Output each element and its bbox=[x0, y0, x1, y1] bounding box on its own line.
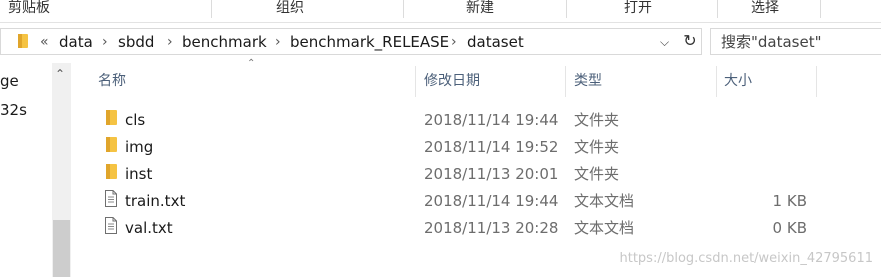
column-separator[interactable] bbox=[415, 66, 416, 97]
file-date: 2018/11/14 19:44 bbox=[424, 192, 559, 210]
column-header-size[interactable]: 大小 bbox=[724, 73, 752, 90]
column-separator[interactable] bbox=[565, 66, 566, 97]
column-header-name[interactable]: 名称 bbox=[98, 73, 126, 90]
ribbon-group-organize[interactable]: 组织 bbox=[276, 0, 304, 16]
breadcrumb-benchmark-release[interactable]: benchmark_RELEASE bbox=[290, 33, 449, 51]
ribbon-separator bbox=[717, 0, 718, 18]
ribbon-separator bbox=[566, 0, 567, 18]
folder-icon bbox=[104, 136, 118, 157]
ribbon-group-open[interactable]: 打开 bbox=[624, 0, 652, 16]
ribbon-separator bbox=[211, 0, 212, 18]
column-separator[interactable] bbox=[816, 66, 817, 97]
file-name[interactable]: train.txt bbox=[125, 192, 185, 210]
folder-icon bbox=[104, 109, 118, 130]
file-date: 2018/11/14 19:52 bbox=[424, 138, 559, 156]
column-separator[interactable] bbox=[716, 66, 717, 97]
ribbon-group-select[interactable]: 选择 bbox=[751, 0, 779, 16]
chevron-down-icon[interactable]: ⌵ bbox=[660, 35, 669, 50]
ribbon-divider bbox=[0, 22, 881, 23]
file-name[interactable]: img bbox=[125, 138, 153, 156]
file-size: 0 KB bbox=[772, 219, 807, 237]
breadcrumb-benchmark[interactable]: benchmark bbox=[182, 33, 267, 51]
breadcrumb-sbdd[interactable]: sbdd bbox=[118, 33, 154, 51]
folder-icon bbox=[17, 33, 29, 53]
breadcrumb-separator[interactable]: › bbox=[102, 33, 108, 51]
column-header-date[interactable]: 修改日期 bbox=[424, 73, 480, 90]
scroll-up-icon[interactable]: ⌃ bbox=[55, 67, 65, 81]
column-header-type[interactable]: 类型 bbox=[574, 73, 602, 90]
file-date: 2018/11/14 19:44 bbox=[424, 111, 559, 129]
search-input[interactable]: 搜索"dataset" bbox=[721, 33, 822, 51]
nav-item[interactable]: 32s bbox=[0, 101, 27, 119]
nav-item[interactable]: ge bbox=[0, 72, 19, 90]
refresh-icon[interactable]: ↻ bbox=[681, 31, 699, 51]
sort-ascending-icon: ⌃ bbox=[247, 58, 256, 69]
ribbon-separator bbox=[820, 0, 821, 18]
ribbon-group-new[interactable]: 新建 bbox=[466, 0, 494, 16]
file-type: 文件夹 bbox=[574, 165, 620, 183]
breadcrumb-separator[interactable]: › bbox=[451, 33, 457, 51]
watermark: https://blog.csdn.net/weixin_42795611 bbox=[619, 251, 873, 266]
file-type: 文本文档 bbox=[574, 192, 635, 210]
breadcrumb-dataset[interactable]: dataset bbox=[467, 33, 524, 51]
address-overflow[interactable]: « bbox=[40, 33, 49, 51]
breadcrumb-data[interactable]: data bbox=[59, 33, 93, 51]
breadcrumb-separator[interactable]: › bbox=[275, 33, 281, 51]
file-type: 文本文档 bbox=[574, 219, 635, 237]
breadcrumb-separator[interactable]: › bbox=[167, 33, 173, 51]
ribbon-separator bbox=[403, 0, 404, 18]
file-name[interactable]: cls bbox=[125, 111, 145, 129]
file-date: 2018/11/13 20:01 bbox=[424, 165, 559, 183]
folder-icon bbox=[104, 163, 118, 184]
text-file-icon bbox=[104, 190, 118, 211]
ribbon bbox=[0, 0, 881, 22]
text-file-icon bbox=[104, 217, 118, 238]
scrollbar-thumb[interactable] bbox=[53, 220, 70, 277]
file-name[interactable]: inst bbox=[125, 165, 152, 183]
file-size: 1 KB bbox=[772, 192, 807, 210]
ribbon-group-clipboard[interactable]: 剪贴板 bbox=[8, 0, 50, 16]
file-type: 文件夹 bbox=[574, 111, 620, 129]
file-type: 文件夹 bbox=[574, 138, 620, 156]
file-date: 2018/11/13 20:28 bbox=[424, 219, 559, 237]
file-name[interactable]: val.txt bbox=[125, 219, 173, 237]
